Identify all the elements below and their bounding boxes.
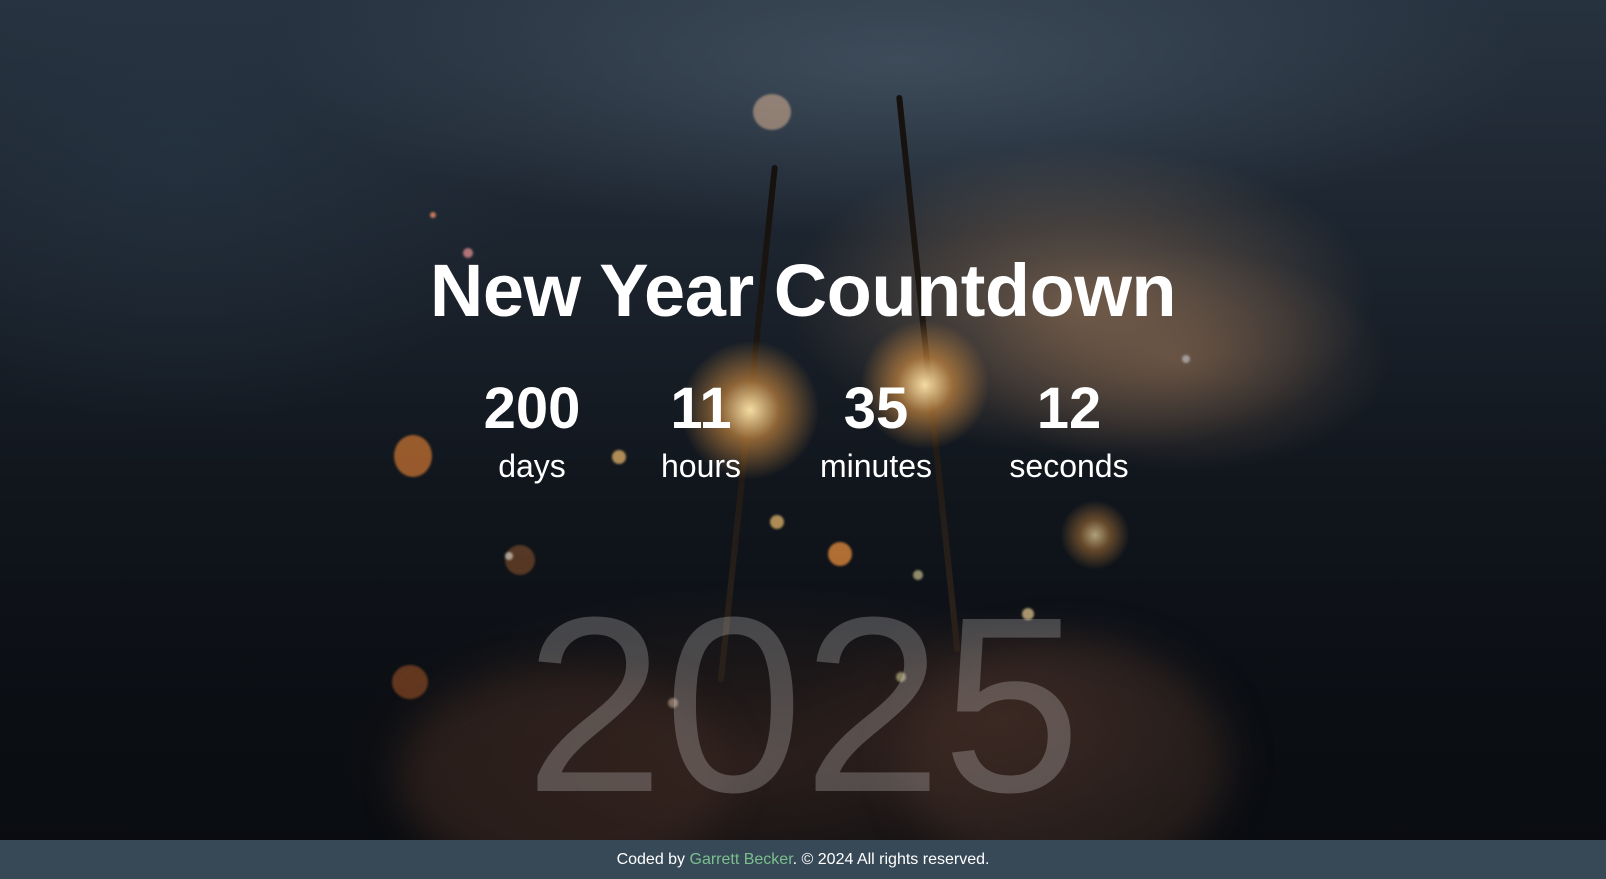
minutes-label: minutes	[819, 448, 933, 484]
bokeh-light	[770, 515, 784, 529]
seconds-label: seconds	[1009, 448, 1129, 484]
page-title: New Year Countdown	[429, 249, 1177, 332]
days-value: 200	[483, 376, 581, 441]
footer-prefix: Coded by	[616, 851, 690, 868]
author-link[interactable]: Garrett Becker	[690, 851, 793, 868]
countdown-days: 200 days	[442, 376, 622, 485]
sparkler-glow-far	[1060, 500, 1130, 570]
bokeh-light	[828, 542, 852, 566]
hours-value: 11	[670, 376, 732, 441]
countdown-minutes: 35 minutes	[786, 376, 966, 485]
days-label: days	[498, 448, 566, 484]
countdown-timer: 200 days 11 hours 35 minutes 12 seconds	[0, 380, 1606, 500]
bokeh-light	[753, 94, 791, 130]
minutes-value: 35	[843, 376, 909, 441]
countdown-hours: 11 hours	[611, 376, 791, 485]
footer: Coded by Garrett Becker. © 2024 All righ…	[0, 840, 1606, 879]
target-year: 2025	[524, 565, 1082, 844]
hours-label: hours	[660, 448, 742, 484]
bokeh-light	[1182, 355, 1190, 363]
countdown-seconds: 12 seconds	[979, 376, 1159, 485]
bokeh-light	[430, 212, 436, 218]
page: New Year Countdown 200 days 11 hours 35 …	[0, 0, 1606, 879]
bokeh-light	[505, 552, 513, 560]
footer-copyright: . © 2024 All rights reserved.	[792, 851, 990, 868]
seconds-value: 12	[1036, 376, 1102, 441]
